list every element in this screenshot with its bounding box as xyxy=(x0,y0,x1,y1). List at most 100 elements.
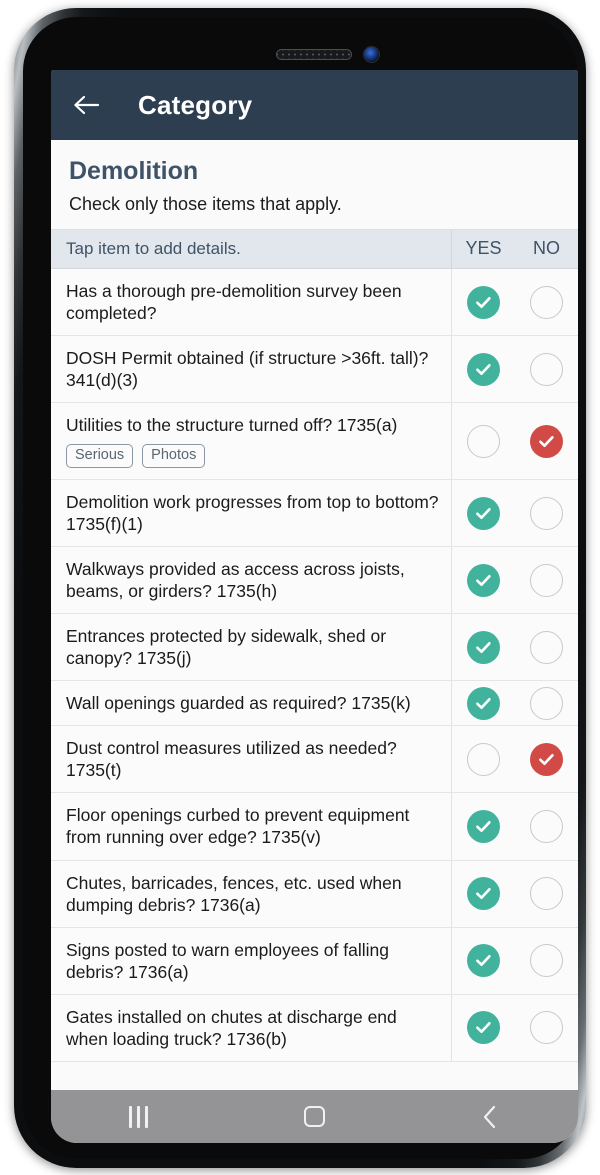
checklist-item-text: Has a thorough pre-demolition survey bee… xyxy=(66,281,402,324)
phone-device-frame: Category Demolition Check only those ite… xyxy=(14,8,586,1168)
no-cell xyxy=(515,403,578,479)
yes-cell xyxy=(452,681,515,725)
yes-checked-icon[interactable] xyxy=(467,285,500,319)
checklist-item-text: Walkways provided as access across joist… xyxy=(66,559,405,602)
column-header-no: NO xyxy=(533,238,560,259)
no-cell xyxy=(515,928,578,994)
checklist-item-cell[interactable]: Walkways provided as access across joist… xyxy=(51,547,452,614)
checklist-item-cell[interactable]: Dust control measures utilized as needed… xyxy=(51,726,452,793)
column-header-item: Tap item to add details. xyxy=(51,229,452,269)
no-radio-unchecked[interactable] xyxy=(530,809,563,843)
yes-checked-icon[interactable] xyxy=(467,496,500,530)
yes-cell xyxy=(452,403,515,479)
checklist-item-text: Chutes, barricades, fences, etc. used wh… xyxy=(66,872,402,915)
no-radio-unchecked[interactable] xyxy=(530,944,563,978)
checklist-item-text: Utilities to the structure turned off? 1… xyxy=(66,415,398,436)
yes-checked-icon[interactable] xyxy=(467,809,500,843)
checklist-item-cell[interactable]: DOSH Permit obtained (if structure >36ft… xyxy=(51,336,452,403)
no-radio-unchecked[interactable] xyxy=(530,352,563,386)
yes-cell xyxy=(452,995,515,1061)
no-radio-unchecked[interactable] xyxy=(530,877,563,911)
no-cell xyxy=(515,861,578,927)
yes-checked-icon[interactable] xyxy=(467,1011,500,1045)
checklist-item-cell[interactable]: Has a thorough pre-demolition survey bee… xyxy=(51,269,452,336)
no-checked-icon[interactable] xyxy=(530,742,563,776)
yes-checked-icon[interactable] xyxy=(467,944,500,978)
arrow-left-icon[interactable] xyxy=(69,88,103,122)
yes-cell xyxy=(452,928,515,994)
checklist-item-text: Demolition work progresses from top to b… xyxy=(66,491,439,535)
no-cell xyxy=(515,547,578,613)
yes-radio-unchecked[interactable] xyxy=(467,424,500,458)
checklist-item-cell[interactable]: Gates installed on chutes at discharge e… xyxy=(51,994,452,1061)
table-row[interactable]: Demolition work progresses from top to b… xyxy=(51,479,578,548)
checklist-item-text: Floor openings curbed to prevent equipme… xyxy=(66,805,410,848)
no-cell xyxy=(515,793,578,859)
yes-cell xyxy=(452,793,515,859)
checklist-item-cell[interactable]: Demolition work progresses from top to b… xyxy=(51,479,452,547)
checklist-item-cell[interactable]: Wall openings guarded as required? 1735(… xyxy=(51,681,452,726)
no-cell xyxy=(515,336,578,402)
no-radio-unchecked[interactable] xyxy=(530,630,563,664)
yes-cell xyxy=(452,480,515,546)
table-row[interactable]: DOSH Permit obtained (if structure >36ft… xyxy=(51,336,578,404)
no-cell xyxy=(515,726,578,792)
yes-cell xyxy=(452,269,515,335)
yes-checked-icon[interactable] xyxy=(467,630,500,664)
yes-radio-unchecked[interactable] xyxy=(467,742,500,776)
checklist-item-cell[interactable]: Entrances protected by sidewalk, shed or… xyxy=(51,614,452,681)
home-square-icon[interactable] xyxy=(279,1097,349,1137)
checklist-item-cell[interactable]: Chutes, barricades, fences, etc. used wh… xyxy=(51,860,452,927)
no-cell xyxy=(515,269,578,335)
yes-checked-icon[interactable] xyxy=(467,686,500,720)
category-heading-block: Demolition Check only those items that a… xyxy=(51,140,578,229)
table-row[interactable]: Wall openings guarded as required? 1735(… xyxy=(51,681,578,727)
checklist-item-text: Wall openings guarded as required? 1735(… xyxy=(66,693,411,714)
table-row[interactable]: Signs posted to warn employees of fallin… xyxy=(51,927,578,995)
no-cell xyxy=(515,480,578,546)
badge-photos[interactable]: Photos xyxy=(142,444,206,468)
no-cell xyxy=(515,614,578,680)
checklist-item-cell[interactable]: Floor openings curbed to prevent equipme… xyxy=(51,793,452,860)
table-row[interactable]: Walkways provided as access across joist… xyxy=(51,547,578,615)
badge-serious[interactable]: Serious xyxy=(66,444,134,468)
yes-cell xyxy=(452,614,515,680)
checklist-table: Tap item to add details. YES NO Has a th… xyxy=(51,228,578,1062)
yes-cell xyxy=(452,861,515,927)
table-row[interactable]: Has a thorough pre-demolition survey bee… xyxy=(51,269,578,337)
table-row[interactable]: Utilities to the structure turned off? 1… xyxy=(51,403,578,480)
no-radio-unchecked[interactable] xyxy=(530,1011,563,1045)
page-title: Category xyxy=(138,89,253,120)
checklist-item-text: Signs posted to warn employees of fallin… xyxy=(66,939,389,982)
yes-checked-icon[interactable] xyxy=(467,877,500,911)
front-camera-icon xyxy=(364,47,379,62)
app-bar: Category xyxy=(51,70,578,140)
yes-cell xyxy=(452,726,515,792)
checklist-item-text: DOSH Permit obtained (if structure >36ft… xyxy=(66,348,429,391)
checklist-item-text: Dust control measures utilized as needed… xyxy=(66,738,397,781)
phone-screen: Category Demolition Check only those ite… xyxy=(51,70,578,1143)
no-checked-icon[interactable] xyxy=(530,424,563,458)
no-radio-unchecked[interactable] xyxy=(530,496,563,530)
table-row[interactable]: Chutes, barricades, fences, etc. used wh… xyxy=(51,860,578,928)
table-row[interactable]: Dust control measures utilized as needed… xyxy=(51,726,578,794)
table-row[interactable]: Gates installed on chutes at discharge e… xyxy=(51,994,578,1062)
earpiece-speaker-icon xyxy=(276,49,352,60)
checklist-item-text: Entrances protected by sidewalk, shed or… xyxy=(66,626,387,669)
checklist-item-cell[interactable]: Utilities to the structure turned off? 1… xyxy=(51,403,452,479)
back-chevron-icon[interactable] xyxy=(455,1097,525,1137)
checklist-item-cell[interactable]: Signs posted to warn employees of fallin… xyxy=(51,927,452,994)
android-navigation-bar xyxy=(51,1090,578,1143)
table-row[interactable]: Entrances protected by sidewalk, shed or… xyxy=(51,614,578,682)
no-radio-unchecked[interactable] xyxy=(530,686,563,720)
no-radio-unchecked[interactable] xyxy=(530,563,563,597)
yes-checked-icon[interactable] xyxy=(467,352,500,386)
no-radio-unchecked[interactable] xyxy=(530,285,563,319)
yes-cell xyxy=(452,547,515,613)
yes-checked-icon[interactable] xyxy=(467,563,500,597)
yes-cell xyxy=(452,336,515,402)
table-header-row: Tap item to add details. YES NO xyxy=(51,229,578,270)
table-row[interactable]: Floor openings curbed to prevent equipme… xyxy=(51,793,578,861)
recents-bars-icon[interactable] xyxy=(104,1097,174,1137)
column-header-item-label: Tap item to add details. xyxy=(66,238,241,258)
